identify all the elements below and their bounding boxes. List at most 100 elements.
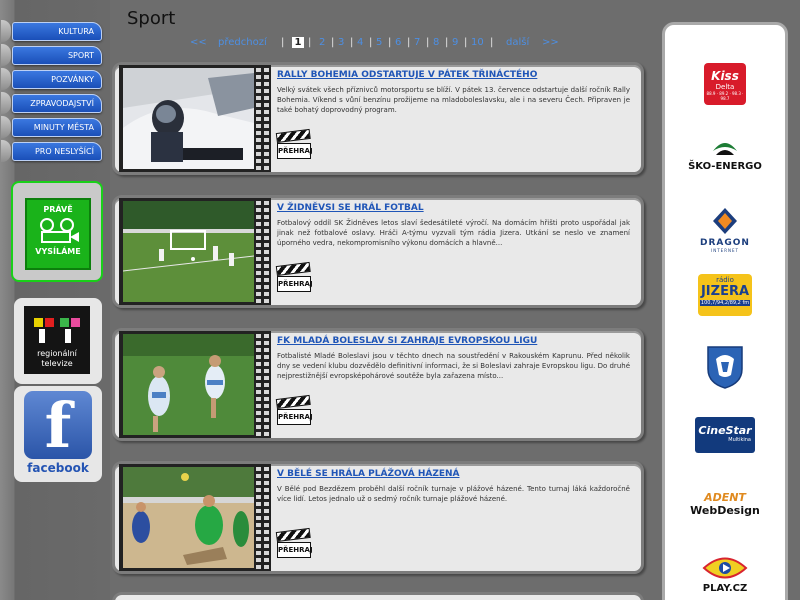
article-title-link[interactable]: RALLY BOHEMIA ODSTARTUJE V PÁTEK TŘINÁCT…	[277, 70, 537, 80]
facebook-label: facebook	[27, 461, 89, 475]
sponsor-play-cz[interactable]: PLAY.CZ	[665, 557, 785, 594]
article-card: RALLY BOHEMIA ODSTARTUJE V PÁTEK TŘINÁCT…	[112, 62, 644, 175]
cinestar-sub: Multikina	[728, 437, 751, 443]
sponsor-kiss-delta[interactable]: Kiss Delta 88.9 · 89.2 · 98.3 · 98.7	[665, 63, 785, 105]
dragon-sub: INTERNET	[711, 248, 739, 253]
logo-square-icon	[71, 318, 80, 327]
video-thumbnail-frame[interactable]	[119, 331, 271, 438]
jizera-small: rádio	[716, 276, 734, 284]
cinestar-logo-icon: CineStar Multikina	[695, 417, 755, 453]
logo-bar-icon	[65, 329, 71, 343]
video-thumbnail[interactable]	[123, 334, 254, 435]
video-thumbnail[interactable]	[123, 201, 254, 302]
regional-tv-logo: regionální televize	[24, 306, 90, 374]
pager-divider: |	[445, 37, 449, 48]
facebook-icon: f	[24, 391, 92, 461]
article-card: V ŽIDNĚVSI SE HRÁL FOTBAL Fotbalový oddí…	[112, 195, 644, 308]
page-10-link[interactable]: 10	[471, 37, 484, 48]
nav-minuty-mesta[interactable]: MINUTY MĚSTA	[1, 116, 102, 138]
clapperboard-icon	[275, 261, 311, 276]
coat-of-arms-icon	[707, 346, 743, 389]
article-summary: Fotbalisté Mladé Boleslavi jsou v těchto…	[277, 352, 630, 380]
fk-mlada-boleslav-image	[123, 334, 254, 435]
article-summary: V Bělé pod Bezdězem proběhl další ročník…	[277, 485, 630, 503]
video-thumbnail-frame[interactable]	[119, 464, 271, 571]
nav-kultura[interactable]: KULTURA	[1, 20, 102, 42]
on-air-line2: VYSÍLÁME	[35, 247, 81, 256]
page-4-link[interactable]: 4	[357, 37, 363, 48]
kiss-name: Kiss	[711, 69, 739, 83]
pager-divider: |	[350, 37, 354, 48]
article-title-link[interactable]: V BĚLÉ SE HRÁLA PLÁŽOVÁ HÁZENÁ	[277, 469, 460, 479]
cinestar-name: CineStar	[698, 424, 752, 437]
nav-pro-neslysici[interactable]: PRO NESLYŠÍCÍ	[1, 140, 102, 162]
article-title-link[interactable]: FK MLADÁ BOLESLAV SI ZAHRAJE EVROPSKOU L…	[277, 336, 537, 346]
sponsors-column: Kiss Delta 88.9 · 89.2 · 98.3 · 98.7 ŠKO…	[662, 22, 788, 600]
nav-pozvanky[interactable]: POZVÁNKY	[1, 68, 102, 90]
jizera-logo-icon: rádio JIZERA 100,7/94,2/89,2 fm	[698, 274, 752, 316]
page-9-link[interactable]: 9	[452, 37, 458, 48]
prev-arrow[interactable]: <<	[190, 37, 207, 48]
clapperboard-icon	[275, 527, 311, 542]
film-reel-icon	[40, 218, 79, 243]
pager-divider: |	[308, 37, 312, 48]
play-button[interactable]: PŘEHRAJ	[275, 394, 313, 427]
play-label: PŘEHRAJ	[277, 542, 313, 558]
dragon-logo-icon	[713, 208, 737, 234]
play-button[interactable]: PŘEHRAJ	[275, 128, 313, 161]
article-card: FK MLADÁ BOLESLAV SI ZAHRAJE EVROPSKOU L…	[112, 328, 644, 441]
next-arrow[interactable]: >>	[542, 37, 559, 48]
sponsor-cinestar[interactable]: CineStar Multikina	[665, 417, 785, 453]
prev-link[interactable]: předchozí	[218, 37, 267, 48]
jizera-freq: 100,7/94,2/89,2 fm	[700, 300, 750, 306]
page-7-link[interactable]: 7	[414, 37, 420, 48]
facebook-link[interactable]: f facebook	[14, 386, 102, 482]
pager-divider: |	[369, 37, 373, 48]
sko-energo-name: ŠKO-ENERGO	[688, 161, 762, 172]
on-air-button[interactable]: PRÁVĚ VYSÍLÁME	[25, 198, 91, 270]
next-link[interactable]: další	[506, 37, 529, 48]
pager-divider: |	[464, 37, 468, 48]
sponsor-adent-webdesign[interactable]: ADENT WebDesign	[665, 491, 785, 517]
play-button[interactable]: PŘEHRAJ	[275, 261, 313, 294]
pager-divider: |	[490, 37, 494, 48]
page-6-link[interactable]: 6	[395, 37, 401, 48]
page-3-link[interactable]: 3	[338, 37, 344, 48]
page-5-link[interactable]: 5	[376, 37, 382, 48]
sponsor-radio-jizera[interactable]: rádio JIZERA 100,7/94,2/89,2 fm	[665, 274, 785, 316]
video-thumbnail-frame[interactable]	[119, 65, 271, 172]
page-2-link[interactable]: 2	[319, 37, 325, 48]
kiss-sub: Delta	[715, 83, 735, 91]
adent-name: ADENT	[704, 491, 746, 504]
beach-handball-image	[123, 467, 254, 568]
page-8-link[interactable]: 8	[433, 37, 439, 48]
sko-energo-leaf-icon	[713, 143, 737, 155]
play-label: PŘEHRAJ	[277, 409, 313, 425]
left-sidebar: KULTURA SPORT POZVÁNKY ZPRAVODAJSTVÍ MIN…	[0, 0, 110, 600]
logo-square-icon	[60, 318, 69, 327]
play-button[interactable]: PŘEHRAJ	[275, 527, 313, 560]
kiss-logo-icon: Kiss Delta 88.9 · 89.2 · 98.3 · 98.7	[704, 63, 746, 105]
sponsor-city-coat-of-arms[interactable]	[665, 345, 785, 393]
clapperboard-icon	[275, 394, 311, 409]
article-summary: Velký svátek všech příznivců motorsportu…	[277, 86, 630, 114]
video-thumbnail-frame[interactable]	[119, 198, 271, 305]
sponsor-sko-energo[interactable]: ŠKO-ENERGO	[665, 139, 785, 172]
play-label: PŘEHRAJ	[277, 143, 313, 159]
clapperboard-icon	[275, 128, 311, 143]
page-1-current: 1	[292, 37, 304, 48]
sponsor-dragon-internet[interactable]: DRAGON INTERNET	[665, 208, 785, 253]
pager-divider: |	[388, 37, 392, 48]
on-air-panel[interactable]: PRÁVĚ VYSÍLÁME	[11, 181, 103, 282]
video-thumbnail[interactable]	[123, 467, 254, 568]
article-title-link[interactable]: V ŽIDNĚVSI SE HRÁL FOTBAL	[277, 203, 424, 213]
jizera-name: JIZERA	[700, 284, 750, 299]
nav-sport[interactable]: SPORT	[1, 44, 102, 66]
dragon-name: DRAGON	[700, 238, 750, 248]
video-thumbnail[interactable]	[123, 68, 254, 169]
regional-tv-link[interactable]: regionální televize	[14, 298, 102, 384]
on-air-line1: PRÁVĚ	[43, 205, 73, 214]
pager-divider: |	[281, 37, 285, 48]
nav-zpravodajstvi[interactable]: ZPRAVODAJSTVÍ	[1, 92, 102, 114]
pager-divider: |	[426, 37, 430, 48]
